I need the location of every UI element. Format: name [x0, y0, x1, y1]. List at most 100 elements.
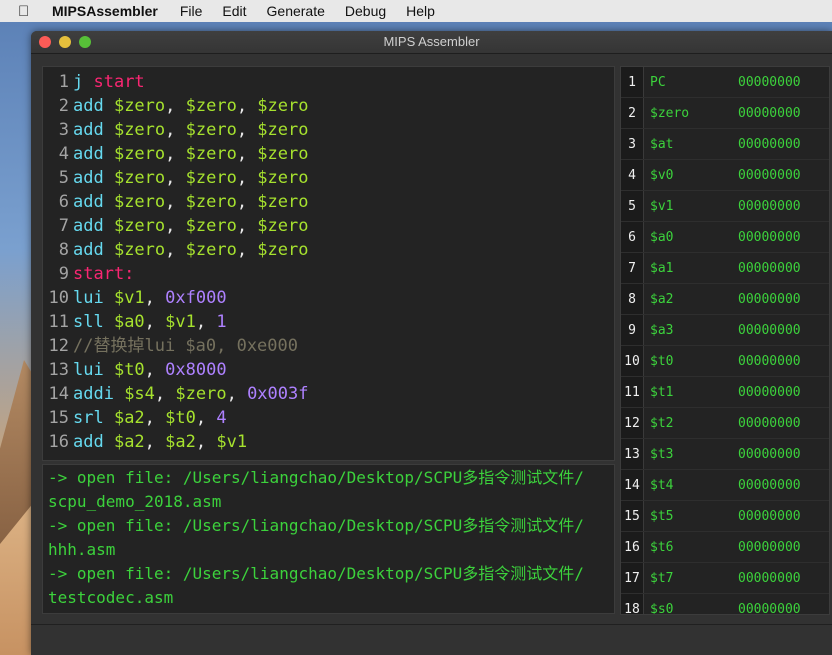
register-row[interactable]: 14 $t4 00000000	[621, 470, 829, 501]
register-row[interactable]: 10 $t0 00000000	[621, 346, 829, 377]
register-index: 8	[621, 284, 644, 314]
register-name: $a3	[650, 322, 674, 338]
register-index: 17	[621, 563, 644, 593]
register-row[interactable]: 7 $a1 00000000	[621, 253, 829, 284]
code-token-num: 0x8000	[165, 360, 227, 380]
register-index: 3	[621, 129, 644, 159]
code-editor[interactable]: 1j start 2 add $zero, $zero, $zero 3 add $ze…	[42, 66, 615, 461]
register-row[interactable]: 6 $a0 00000000	[621, 222, 829, 253]
register-index: 16	[621, 532, 644, 562]
code-line[interactable]: 13 lui $t0, 0x8000	[43, 358, 614, 382]
register-value: 00000000	[738, 167, 801, 183]
menu-debug[interactable]: Debug	[345, 3, 386, 19]
code-token-mnem: add	[73, 192, 114, 212]
code-token-plain: ,	[144, 432, 166, 452]
code-token-reg: $zero	[113, 144, 166, 164]
register-value: 00000000	[738, 229, 801, 245]
register-value: 00000000	[738, 260, 801, 276]
line-number: 11	[48, 312, 69, 332]
code-line[interactable]: 7 add $zero, $zero, $zero	[43, 214, 614, 238]
menu-edit[interactable]: Edit	[222, 3, 246, 19]
register-index: 4	[621, 160, 644, 190]
register-row[interactable]: 8 $a2 00000000	[621, 284, 829, 315]
register-row[interactable]: 17 $t7 00000000	[621, 563, 829, 594]
code-token-reg: $t0	[165, 408, 196, 428]
code-line[interactable]: 15 srl $a2, $t0, 4	[43, 406, 614, 430]
code-token-reg: $v1	[165, 312, 196, 332]
title-bar[interactable]: MIPS Assembler	[31, 31, 832, 54]
console-line: hhh.asm	[48, 540, 116, 559]
code-line[interactable]: 9 start:	[43, 262, 614, 286]
line-number: 5	[58, 168, 69, 188]
register-row[interactable]: 18 $s0 00000000	[621, 594, 829, 614]
code-token-plain: ,	[165, 192, 186, 212]
code-token-plain: ,	[144, 360, 166, 380]
apple-logo-icon[interactable]: 	[18, 3, 38, 20]
code-token-plain: ,	[154, 384, 176, 404]
code-token-reg: $v1	[216, 432, 248, 452]
register-row[interactable]: 15 $t5 00000000	[621, 501, 829, 532]
code-token-mnem: add	[73, 96, 114, 116]
code-token-reg: $zero	[113, 192, 166, 212]
code-token-plain: ,	[165, 96, 186, 116]
register-row[interactable]: 16 $t6 00000000	[621, 532, 829, 563]
code-token-mnem: add	[73, 240, 114, 260]
register-row[interactable]: 2 $zero 00000000	[621, 98, 829, 129]
register-name: $v1	[650, 198, 674, 214]
code-token-reg: $zero	[257, 96, 309, 116]
code-line[interactable]: 1j start	[43, 70, 614, 94]
code-line[interactable]: 4 add $zero, $zero, $zero	[43, 142, 614, 166]
register-row[interactable]: 13 $t3 00000000	[621, 439, 829, 470]
code-line[interactable]: 8 add $zero, $zero, $zero	[43, 238, 614, 262]
console-line: -> open file: /Users/liangchao/Desktop/S…	[48, 468, 584, 487]
console-line: -> open file: /Users/liangchao/Desktop/S…	[48, 516, 584, 535]
code-token-mnem: add	[73, 168, 114, 188]
register-index: 7	[621, 253, 644, 283]
register-row[interactable]: 12 $t2 00000000	[621, 408, 829, 439]
menu-file[interactable]: File	[180, 3, 203, 19]
code-line[interactable]: 3 add $zero, $zero, $zero	[43, 118, 614, 142]
code-line[interactable]: 14 addi $s4, $zero, 0x003f	[43, 382, 614, 406]
console-line: testcodec.asm	[48, 588, 174, 607]
register-name: $t1	[650, 384, 674, 400]
code-token-reg: $zero	[257, 120, 309, 140]
register-row[interactable]: 5 $v1 00000000	[621, 191, 829, 222]
register-value: 00000000	[738, 570, 801, 586]
code-token-reg: $zero	[113, 216, 166, 236]
register-value: 00000000	[738, 415, 801, 431]
code-token-plain: ,	[236, 216, 258, 236]
code-token-reg: $s4	[124, 384, 155, 404]
code-token-plain: ,	[236, 168, 258, 188]
code-line[interactable]: 6 add $zero, $zero, $zero	[43, 190, 614, 214]
register-value: 00000000	[738, 508, 801, 524]
output-console[interactable]: -> open file: /Users/liangchao/Desktop/S…	[42, 464, 615, 614]
register-row[interactable]: 1 PC 00000000	[621, 67, 829, 98]
line-number: 14	[48, 384, 69, 404]
register-name: $v0	[650, 167, 674, 183]
menu-generate[interactable]: Generate	[267, 3, 325, 19]
register-index: 2	[621, 98, 644, 128]
code-line[interactable]: 2 add $zero, $zero, $zero	[43, 94, 614, 118]
code-token-reg: $a2	[113, 432, 145, 452]
line-number: 13	[48, 360, 69, 380]
menu-help[interactable]: Help	[406, 3, 435, 19]
register-row[interactable]: 4 $v0 00000000	[621, 160, 829, 191]
register-table[interactable]: 1 PC 00000000 2 $zero 00000000 3 $at 00000000 4 $v…	[620, 66, 830, 615]
code-line[interactable]: 16 add $a2, $a2, $v1	[43, 430, 614, 454]
menu-app-name[interactable]: MIPSAssembler	[52, 3, 158, 19]
code-line[interactable]: 5 add $zero, $zero, $zero	[43, 166, 614, 190]
code-line[interactable]: 11 sll $a0, $v1, 1	[43, 310, 614, 334]
code-token-mnem: srl	[73, 408, 114, 428]
code-token-mnem: addi	[73, 384, 125, 404]
register-name: $t0	[650, 353, 674, 369]
register-row[interactable]: 3 $at 00000000	[621, 129, 829, 160]
register-row[interactable]: 9 $a3 00000000	[621, 315, 829, 346]
code-line[interactable]: 10 lui $v1, 0xf000	[43, 286, 614, 310]
register-row[interactable]: 11 $t1 00000000	[621, 377, 829, 408]
code-token-mnem: lui	[73, 360, 114, 380]
line-number: 16	[48, 432, 69, 452]
code-token-reg: $zero	[185, 144, 237, 164]
code-line[interactable]: 12//替换掉lui $a0, 0xe000	[43, 334, 614, 358]
main-window: MIPS Assembler 1j start 2 add $zero, $zero…	[31, 31, 832, 655]
code-token-plain: ,	[236, 144, 258, 164]
